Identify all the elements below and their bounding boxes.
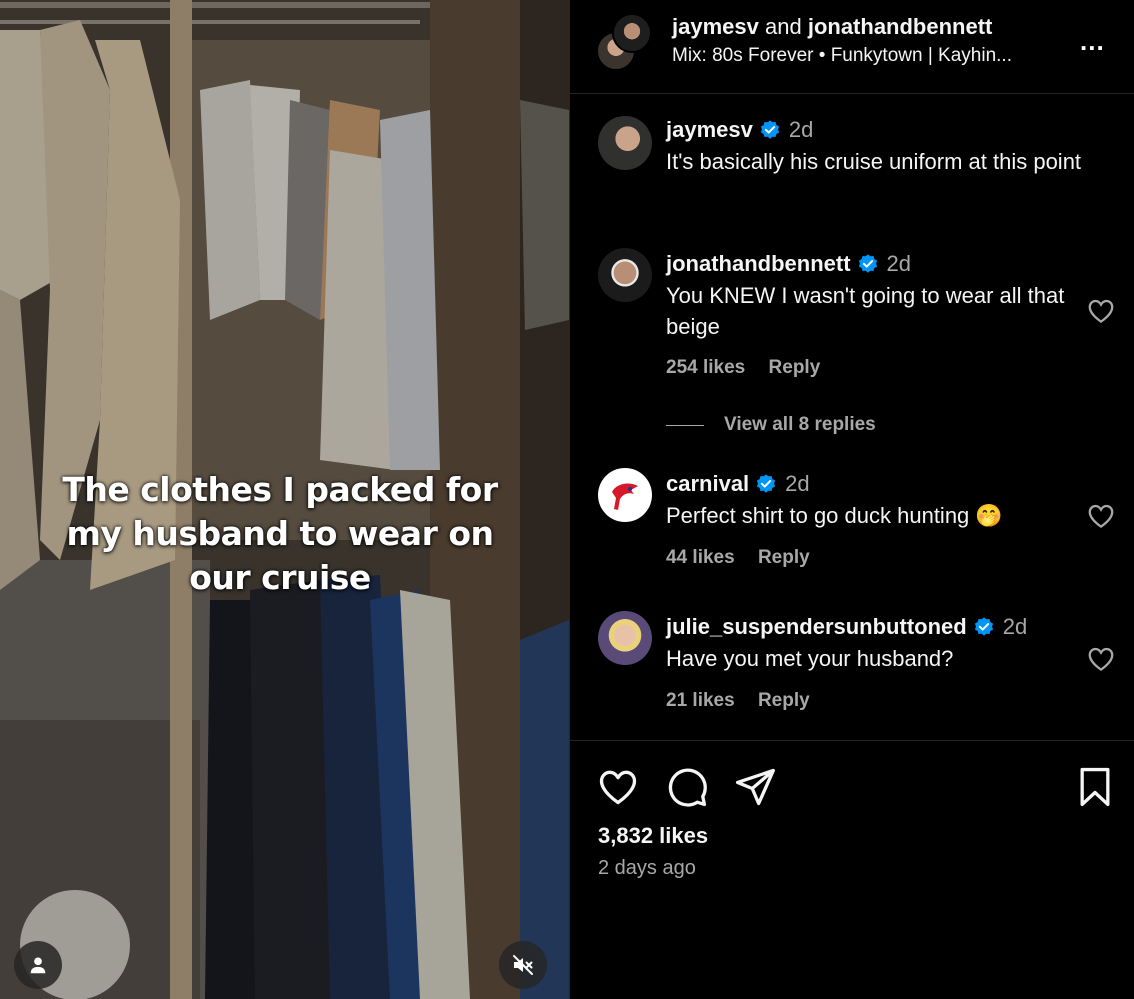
video-caption: The clothes I packed for my husband to w… [62,470,498,597]
replies-divider [666,424,704,426]
share-icon[interactable] [733,765,777,809]
comment-time: 2d [788,117,814,142]
comment-text: It's basically his cruise uniform at thi… [666,149,1082,174]
author-link[interactable]: jaymesv [672,14,759,39]
avatar[interactable] [598,116,652,170]
mute-toggle-button[interactable] [499,941,547,989]
comment-meta: 21 likes Reply [666,690,810,712]
heart-icon[interactable] [596,765,640,809]
person-icon [30,957,46,974]
comment-likes[interactable]: 44 likes [666,547,735,568]
bookmark-icon[interactable] [1073,765,1117,809]
comment-meta: 44 likes Reply [666,547,810,569]
avatar[interactable] [598,468,652,522]
carnival-logo-icon [599,469,651,521]
avatar[interactable] [598,248,652,302]
comment-header: carnival 2d [666,471,810,497]
audio-track-link[interactable]: Mix: 80s Forever • Funkytown | Kayhin... [672,45,1012,67]
comment-text: Have you met your husband? [666,646,954,671]
comment-header: jaymesv 2d [666,117,813,143]
reply-button[interactable]: Reply [758,690,810,711]
comment-username[interactable]: julie_suspendersunbuttoned [666,614,967,640]
verified-badge-icon [857,253,879,275]
avatar[interactable] [598,611,652,665]
avatar[interactable] [612,13,652,53]
author-conjunction: and [764,14,802,39]
footer-divider [570,740,1134,741]
verified-badge-icon [755,473,777,495]
author-link[interactable]: jonathandbennett [808,14,993,39]
comment-header: jonathandbennett 2d [666,251,911,277]
more-options-icon[interactable]: ... [1080,26,1105,57]
comment-text: You KNEW I wasn't going to wear all that… [666,283,1065,339]
comment-time: 2d [785,471,810,496]
comment-text: Perfect shirt to go duck hunting 🤭 [666,503,1003,528]
comment-username[interactable]: jonathandbennett [666,251,851,277]
comment-time: 2d [1002,614,1028,639]
post-header: jaymesv and jonathandbennett Mix: 80s Fo… [570,0,1134,94]
post-timestamp: 2 days ago [598,857,696,879]
verified-badge-icon [759,119,781,141]
comment-username[interactable]: jaymesv [666,117,753,143]
comment-likes[interactable]: 21 likes [666,690,735,711]
reply-button[interactable]: Reply [769,357,821,378]
muted-speaker-icon [513,955,533,975]
comment-icon[interactable] [665,765,709,809]
like-comment-heart-icon[interactable] [1086,501,1116,531]
post-authors: jaymesv and jonathandbennett [672,14,992,40]
comment-likes[interactable]: 254 likes [666,357,745,378]
post-panel: jaymesv and jonathandbennett Mix: 80s Fo… [570,0,1134,999]
like-comment-heart-icon[interactable] [1086,296,1116,326]
comment-time: 2d [886,251,912,276]
reel-video[interactable]: The clothes I packed for my husband to w… [0,0,569,999]
reply-button[interactable]: Reply [758,547,810,568]
like-comment-heart-icon[interactable] [1086,644,1116,674]
comment-username[interactable]: carnival [666,471,749,497]
comment-meta: 254 likes Reply [666,357,820,379]
tagged-users-button[interactable] [14,941,62,989]
view-replies-button[interactable]: View all 8 replies [666,414,876,436]
view-replies-label: View all 8 replies [724,414,876,435]
verified-badge-icon [973,616,995,638]
collab-avatars[interactable] [596,13,654,71]
comment-header: julie_suspendersunbuttoned 2d [666,614,1027,640]
post-likes-count[interactable]: 3,832 likes [598,823,708,849]
